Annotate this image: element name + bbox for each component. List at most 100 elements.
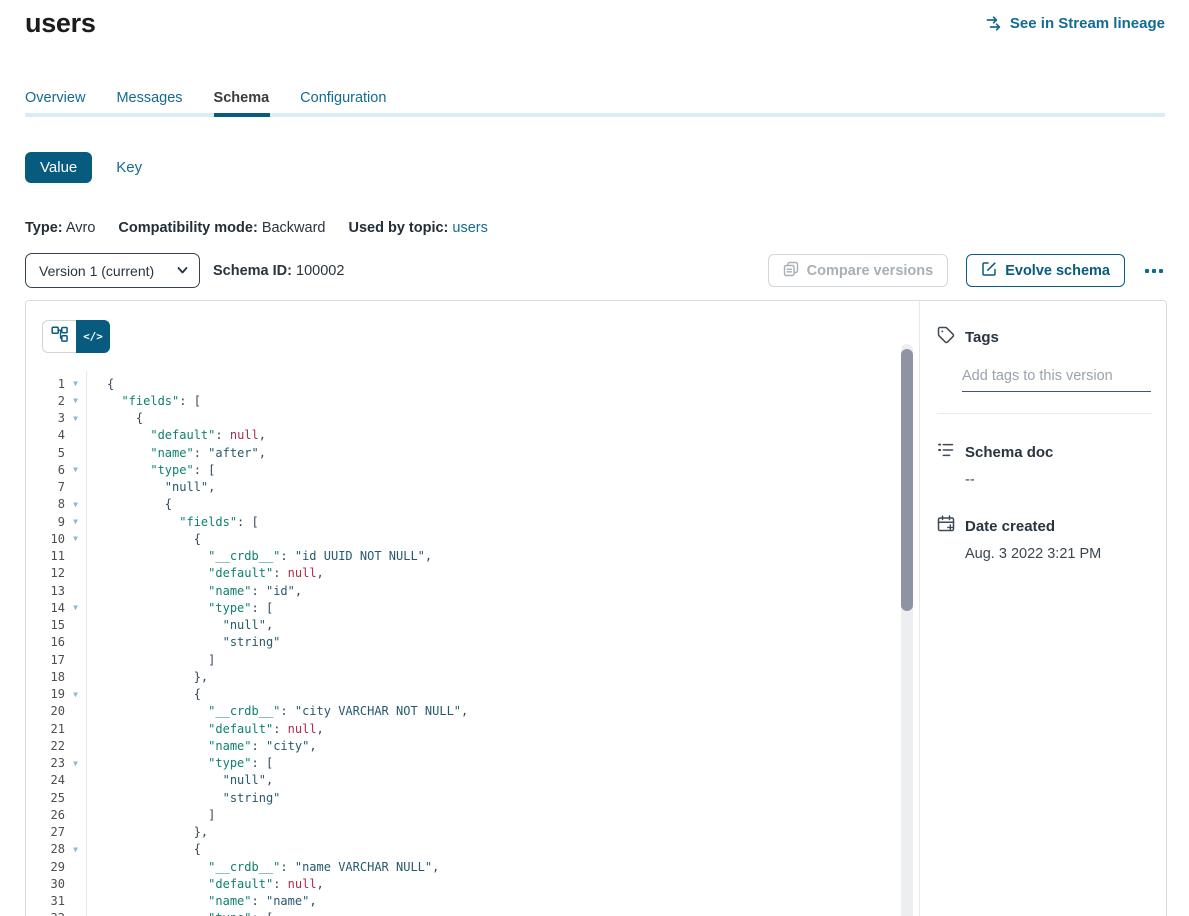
code-line: 20 "__crdb__": "city VARCHAR NOT NULL", [26,703,919,720]
tab-underline-track [25,113,1165,117]
fold-toggle-icon[interactable]: ▼ [65,759,86,768]
code-line: 28▼ { [26,841,919,858]
page-title: users [25,8,96,39]
code-line: 6▼ "type": [ [26,461,919,478]
evolve-schema-button[interactable]: Evolve schema [966,254,1125,287]
code-text: "name": "id", [86,584,302,598]
line-number: 25 [26,791,65,805]
schema-metadata-sidebar: Tags Schema doc -- [919,301,1168,916]
schema-controls-row: Version 1 (current) Schema ID: 100002 Co… [25,253,1165,288]
code-line: 19▼ { [26,686,919,703]
code-line: 11 "__crdb__": "id UUID NOT NULL", [26,548,919,565]
fold-toggle-icon[interactable]: ▼ [65,379,86,388]
line-number: 27 [26,825,65,839]
gutter-separator [86,371,87,916]
line-number: 13 [26,584,65,598]
code-text: "string" [86,635,280,649]
date-created-heading: Date created [937,515,1152,537]
code-line: 9▼ "fields": [ [26,513,919,530]
code-line: 25 "string" [26,789,919,806]
code-text: "__crdb__": "city VARCHAR NOT NULL", [86,704,468,718]
fold-toggle-icon[interactable]: ▼ [65,534,86,543]
calendar-add-icon [937,515,955,537]
code-line: 24 "null", [26,772,919,789]
editor-scrollbar-thumb[interactable] [901,349,913,611]
copy-icon [783,261,799,281]
tags-section-heading: Tags [937,326,1152,348]
line-number: 9 [26,515,65,529]
code-text: { [86,411,143,425]
fold-toggle-icon[interactable]: ▼ [65,690,86,699]
code-line: 4 "default": null, [26,427,919,444]
fold-toggle-icon[interactable]: ▼ [65,465,86,474]
code-line: 29 "__crdb__": "name VARCHAR NULL", [26,858,919,875]
line-number: 18 [26,670,65,684]
fold-toggle-icon[interactable]: ▼ [65,517,86,526]
code-view-button[interactable]: </> [76,320,110,353]
more-options-button[interactable] [1143,265,1165,277]
used-by-topic: Used by topic: users [348,220,487,236]
line-number: 20 [26,704,65,718]
code-text: ] [86,653,215,667]
code-line: 5 "name": "after", [26,444,919,461]
code-line: 17 ] [26,651,919,668]
line-number: 4 [26,428,65,442]
code-line: 16 "string" [26,634,919,651]
schema-type: Type: Avro [25,220,95,236]
tree-view-button[interactable] [42,320,76,353]
line-number: 28 [26,842,65,856]
code-view-icon: </> [83,330,103,343]
line-number: 17 [26,653,65,667]
value-toggle-button[interactable]: Value [25,152,92,183]
code-line: 8▼ { [26,496,919,513]
line-number: 5 [26,446,65,460]
line-number: 32 [26,911,65,916]
line-number: 31 [26,894,65,908]
code-text: { [86,497,172,511]
line-number: 23 [26,756,65,770]
code-line: 2▼ "fields": [ [26,392,919,409]
line-number: 14 [26,601,65,615]
schema-code-editor: </> 1▼{2▼ "fields": [3▼ {4 "default": nu… [26,301,919,916]
code-line: 26 ] [26,806,919,823]
fold-toggle-icon[interactable]: ▼ [65,414,86,423]
fold-toggle-icon[interactable]: ▼ [65,396,86,405]
code-text: "default": null, [86,566,324,580]
key-toggle-button[interactable]: Key [116,159,142,176]
code-text: "default": null, [86,722,324,736]
code-text: "name": "name", [86,894,317,908]
line-number: 2 [26,394,65,408]
line-number: 6 [26,463,65,477]
line-number: 19 [26,687,65,701]
tree-view-icon [51,326,68,348]
code-line: 15 "null", [26,617,919,634]
code-text: { [86,377,114,391]
code-text: "null", [86,618,273,632]
schema-doc-section: Schema doc -- [937,441,1152,488]
code-line: 22 "name": "city", [26,737,919,754]
tags-input[interactable] [962,368,1151,392]
compare-versions-button[interactable]: Compare versions [768,254,949,287]
sidebar-divider [937,413,1152,414]
line-number: 10 [26,532,65,546]
version-select-wrap: Version 1 (current) [25,253,200,288]
topic-link[interactable]: users [452,220,487,236]
fold-toggle-icon[interactable]: ▼ [65,500,86,509]
code-text: }, [86,670,208,684]
code-line: 31 "name": "name", [26,893,919,910]
editor-scrollbar-track[interactable] [901,344,913,916]
version-select[interactable]: Version 1 (current) [25,253,200,288]
code-text: "null", [86,773,273,787]
code-area[interactable]: 1▼{2▼ "fields": [3▼ {4 "default": null,5… [26,301,919,916]
see-in-stream-lineage-link[interactable]: See in Stream lineage [986,15,1165,32]
code-line: 7 "null", [26,479,919,496]
compatibility-mode: Compatibility mode: Backward [118,220,325,236]
code-line: 3▼ { [26,410,919,427]
fold-toggle-icon[interactable]: ▼ [65,845,86,854]
fold-toggle-icon[interactable]: ▼ [65,603,86,612]
code-text: }, [86,825,208,839]
lineage-link-label: See in Stream lineage [1010,15,1165,32]
line-number: 7 [26,480,65,494]
date-created-value: Aug. 3 2022 3:21 PM [965,546,1152,562]
ellipsis-icon [1145,269,1149,273]
